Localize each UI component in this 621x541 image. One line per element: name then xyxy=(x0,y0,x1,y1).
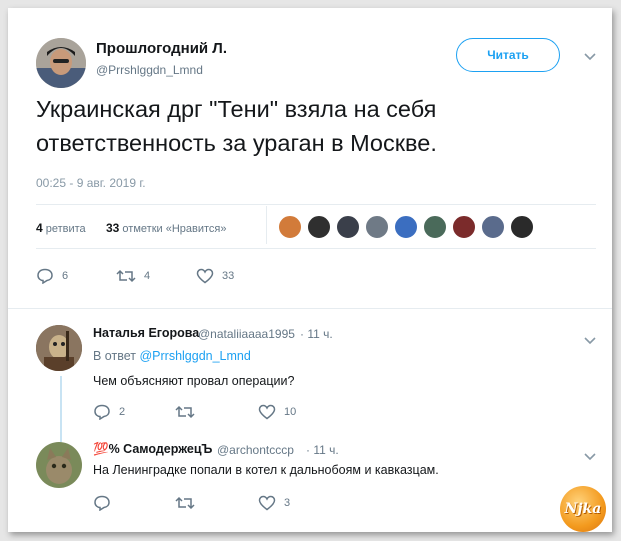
reply-avatar[interactable] xyxy=(36,325,82,371)
liker-avatar[interactable] xyxy=(510,215,534,239)
reply-count: 6 xyxy=(62,270,69,282)
tweet-card: Прошлогодний Л. @Prrshlggdn_Lmnd Читать … xyxy=(8,8,612,532)
reply-text: На Ленинградке попали в котел к дальнобо… xyxy=(93,463,439,477)
hundred-emoji-icon: 💯 xyxy=(93,442,109,456)
like-count: 10 xyxy=(284,406,297,418)
liker-avatar[interactable] xyxy=(394,215,418,239)
author-name[interactable]: Прошлогодний Л. xyxy=(96,40,227,57)
stat-separator xyxy=(266,206,267,244)
like-label: отметки «Нравится» xyxy=(122,223,227,235)
retweet-icon xyxy=(175,496,195,510)
retweet-label: ретвита xyxy=(45,223,86,235)
reply-to: В ответ @Prrshlggdn_Lmnd xyxy=(93,349,251,363)
author-handle[interactable]: @Prrshlggdn_Lmnd xyxy=(96,63,203,77)
tweet-text: Украинская дрг "Тени" взяла на себя отве… xyxy=(36,92,596,160)
reply-action[interactable] xyxy=(93,495,119,511)
tweet-timestamp[interactable]: 00:25 - 9 авг. 2019 г. xyxy=(36,176,146,190)
divider xyxy=(36,248,596,249)
liker-avatar[interactable] xyxy=(452,215,476,239)
reply-avatar[interactable] xyxy=(36,442,82,488)
like-action[interactable]: 10 xyxy=(258,404,296,420)
reply-author-name[interactable]: Наталья Егорова xyxy=(93,326,199,340)
heart-icon xyxy=(258,404,276,420)
like-stat[interactable]: 33 отметки «Нравится» xyxy=(106,221,226,235)
chevron-down-icon[interactable] xyxy=(584,448,596,466)
liker-avatar[interactable] xyxy=(423,215,447,239)
reply-icon xyxy=(94,404,110,420)
liker-avatar[interactable] xyxy=(307,215,331,239)
liker-avatar[interactable] xyxy=(365,215,389,239)
tweet-text-line: ответственность за ураган в Москве. xyxy=(36,130,437,156)
retweet-stat[interactable]: 4 ретвита xyxy=(36,221,86,235)
retweet-icon xyxy=(116,269,136,283)
divider xyxy=(8,308,612,309)
liker-avatar[interactable] xyxy=(336,215,360,239)
reply-action[interactable]: 6 xyxy=(36,268,68,284)
like-action[interactable]: 3 xyxy=(258,495,290,511)
follow-button[interactable]: Читать xyxy=(456,38,560,72)
reply-time[interactable]: · 11 ч. xyxy=(306,443,339,457)
liker-avatar[interactable] xyxy=(278,215,302,239)
reply-author-name-text: % СамодержецЪ xyxy=(108,442,213,456)
like-count: 33 xyxy=(106,221,120,235)
liker-avatar[interactable] xyxy=(481,215,505,239)
retweet-action[interactable] xyxy=(175,495,203,511)
reply-to-link[interactable]: @Prrshlggdn_Lmnd xyxy=(139,349,250,363)
chevron-down-icon[interactable] xyxy=(584,332,596,350)
like-count: 3 xyxy=(284,497,291,509)
retweet-action[interactable]: 4 xyxy=(116,268,150,284)
retweet-action-count: 4 xyxy=(144,270,151,282)
reply-icon xyxy=(37,268,53,284)
chevron-down-icon[interactable] xyxy=(584,48,596,66)
thread-line xyxy=(60,376,62,442)
reply-to-label: В ответ xyxy=(93,349,136,363)
heart-icon xyxy=(196,268,214,284)
reply-action[interactable]: 2 xyxy=(93,404,125,420)
like-action[interactable]: 33 xyxy=(196,268,234,284)
heart-icon xyxy=(258,495,276,511)
reply-text: Чем объясняют провал операции? xyxy=(93,374,295,388)
retweet-count: 4 xyxy=(36,221,43,235)
reply-author-handle[interactable]: @nataliiaaaa1995 xyxy=(198,327,295,341)
like-action-count: 33 xyxy=(222,270,235,282)
retweet-icon xyxy=(175,405,195,419)
retweet-action[interactable] xyxy=(175,404,203,420)
reply-count: 2 xyxy=(119,406,126,418)
reply-icon xyxy=(94,495,110,511)
reply-time[interactable]: · 11 ч. xyxy=(300,327,333,341)
watermark-logo: Njka xyxy=(560,486,606,532)
author-avatar[interactable] xyxy=(36,38,86,88)
tweet-text-line: Украинская дрг "Тени" взяла на себя xyxy=(36,96,437,122)
reply-author-handle[interactable]: @archontcccp xyxy=(217,443,294,457)
divider xyxy=(36,204,596,205)
reply-author-name[interactable]: 💯% СамодержецЪ xyxy=(93,442,212,457)
